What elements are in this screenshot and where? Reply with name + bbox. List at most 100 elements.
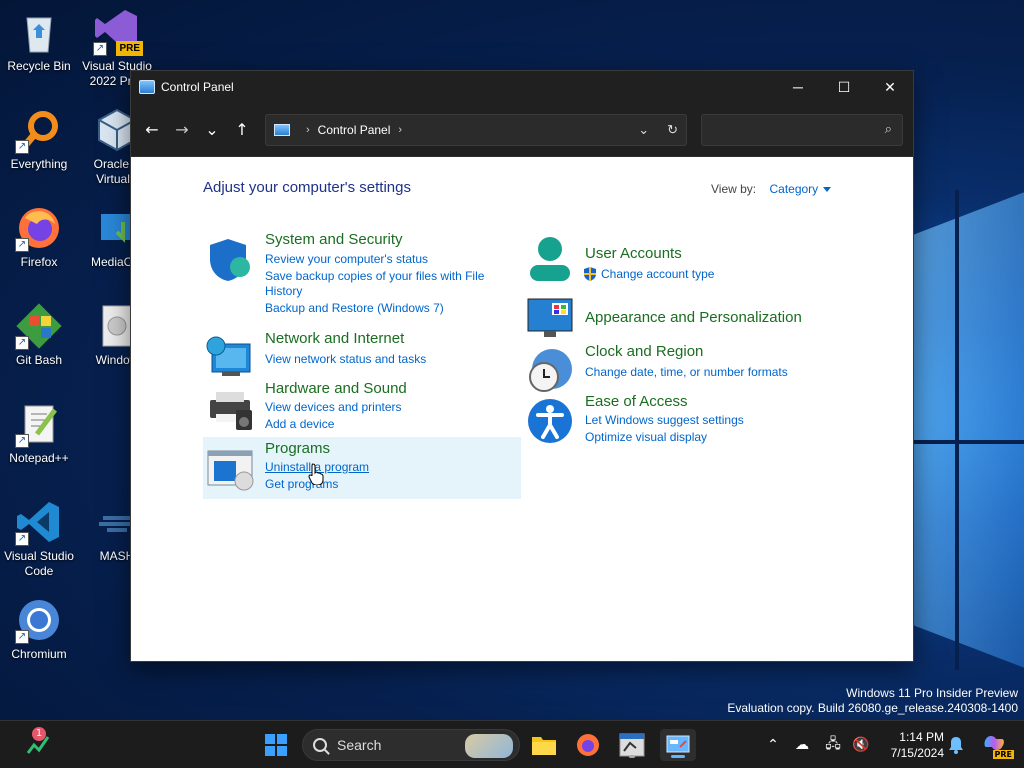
running-indicator — [629, 755, 635, 758]
address-toolbar: ← → ⌄ ↑ › Control Panel › ⌄ ↻ ⌕ — [131, 103, 913, 157]
refresh-icon[interactable]: ↻ — [667, 122, 678, 138]
desktop-icon-recycle-bin[interactable]: Recycle Bin — [0, 8, 78, 74]
category-title[interactable]: Appearance and Personalization — [585, 309, 802, 326]
desktop-icon-notepadpp[interactable]: ↗ Notepad++ — [0, 400, 78, 466]
desktop-icon-label: Visual Studio Code — [4, 549, 74, 578]
clock-time: 1:14 PM — [899, 730, 944, 744]
everything-search-icon: ↗ — [15, 106, 63, 154]
taskbar-file-explorer[interactable] — [528, 729, 560, 761]
shortcut-arrow-icon: ↗ — [15, 238, 29, 252]
view-by-dropdown[interactable]: Category — [769, 182, 818, 196]
visual-studio-preview-icon: PRE ↗ — [93, 8, 143, 56]
page-title: Adjust your computer's settings — [203, 179, 411, 196]
category-link[interactable]: View devices and printers — [265, 400, 402, 415]
taskbar-control-panel[interactable] — [660, 729, 696, 761]
category-link[interactable]: Let Windows suggest settings — [585, 413, 744, 428]
printer-speaker-icon — [206, 384, 254, 432]
category-programs[interactable]: Programs Uninstall a program Get program… — [203, 437, 521, 499]
desktop-icon-firefox[interactable]: ↗ Firefox — [0, 204, 78, 270]
notifications-button[interactable] — [944, 729, 968, 761]
notepadpp-icon: ↗ — [15, 400, 63, 448]
desktop-icon-everything[interactable]: ↗ Everything — [0, 106, 78, 172]
category-link[interactable]: Change date, time, or number formats — [585, 365, 788, 380]
preview-badge: PRE — [116, 41, 143, 56]
forward-button[interactable]: → — [167, 115, 197, 145]
watermark-line: Windows 11 Pro Insider Preview — [846, 686, 1018, 700]
category-link[interactable]: History — [265, 284, 302, 299]
category-hardware-sound: Hardware and Sound View devices and prin… — [203, 380, 503, 432]
category-network-internet: Network and Internet View network status… — [203, 330, 503, 376]
search-box[interactable]: ⌕ — [701, 113, 903, 146]
category-title[interactable]: Hardware and Sound — [265, 380, 407, 397]
category-title[interactable]: User Accounts — [585, 245, 682, 262]
category-title[interactable]: System and Security — [265, 231, 403, 248]
shortcut-arrow-icon: ↗ — [15, 140, 29, 154]
shortcut-arrow-icon: ↗ — [93, 42, 107, 56]
network-icon[interactable]: 🖧 — [818, 733, 848, 757]
category-title[interactable]: Network and Internet — [265, 330, 404, 347]
desktop-icon-vscode[interactable]: ↗ Visual Studio Code — [0, 498, 78, 579]
desktop-icon-label: Notepad++ — [9, 451, 69, 465]
category-appearance: Appearance and Personalization — [523, 297, 823, 339]
recent-locations-button[interactable]: ⌄ — [197, 115, 227, 145]
shortcut-arrow-icon: ↗ — [15, 630, 29, 644]
shortcut-arrow-icon: ↗ — [15, 532, 29, 546]
monitor-appearance-icon — [526, 297, 574, 345]
category-system-security: System and Security Review your computer… — [203, 231, 503, 317]
widgets-button[interactable]: 1 — [22, 727, 54, 761]
shortcut-arrow-icon: ↗ — [15, 336, 29, 350]
search-highlight-art — [465, 734, 513, 758]
git-bash-icon: ↗ — [15, 302, 63, 350]
category-link[interactable]: Change account type — [601, 267, 714, 282]
window-title: Control Panel — [161, 80, 234, 94]
control-panel-icon — [139, 80, 155, 94]
os-watermark: Windows 11 Pro Insider Preview Evaluatio… — [727, 686, 1018, 716]
category-link[interactable]: Review your computer's status — [265, 252, 428, 267]
category-title[interactable]: Clock and Region — [585, 343, 703, 360]
desktop-icon-git-bash[interactable]: ↗ Git Bash — [0, 302, 78, 368]
taskbar-search[interactable]: Search — [302, 729, 520, 761]
maximize-button[interactable]: ☐ — [821, 71, 867, 103]
category-link[interactable]: Add a device — [265, 417, 334, 432]
address-bar[interactable]: › Control Panel › ⌄ ↻ — [265, 113, 687, 146]
address-dropdown-icon[interactable]: ⌄ — [638, 122, 649, 138]
volume-muted-icon[interactable]: 🔇 — [848, 737, 874, 753]
category-link[interactable]: Optimize visual display — [585, 430, 707, 445]
network-globe-icon — [206, 334, 254, 382]
taskbar-firefox[interactable] — [572, 729, 604, 761]
desktop-icon-label: Everything — [10, 157, 68, 171]
category-title[interactable]: Ease of Access — [585, 393, 688, 410]
desktop-icon-label: Chromium — [11, 647, 67, 661]
breadcrumb-separator: › — [306, 123, 310, 136]
control-panel-window: Control Panel ─ ☐ ✕ ← → ⌄ ↑ › Control Pa… — [130, 70, 914, 662]
taskbar-clock[interactable]: 1:14 PM 7/15/2024 — [880, 729, 944, 761]
breadcrumb-chevron-icon[interactable]: › — [398, 124, 402, 136]
category-link[interactable]: View network status and tasks — [265, 352, 426, 367]
watermark-line: Evaluation copy. Build 26080.ge_release.… — [727, 701, 1018, 715]
minimize-button[interactable]: ─ — [775, 71, 821, 103]
back-button[interactable]: ← — [137, 115, 167, 145]
breadcrumb-control-panel[interactable]: Control Panel — [318, 123, 391, 137]
copilot-button[interactable]: PRE — [978, 729, 1014, 761]
view-by-control: View by: Category — [711, 182, 832, 196]
shield-icon — [206, 235, 254, 283]
file-explorer-icon — [532, 737, 556, 755]
recycle-bin-icon — [15, 8, 63, 56]
close-button[interactable]: ✕ — [867, 71, 913, 103]
category-link[interactable]: Get programs — [265, 477, 338, 492]
title-bar[interactable]: Control Panel ─ ☐ ✕ — [131, 71, 913, 103]
notification-badge: 1 — [32, 727, 46, 741]
desktop-icon-chromium[interactable]: ↗ Chromium — [0, 596, 78, 662]
onedrive-offline-icon[interactable]: ☁ — [786, 737, 818, 753]
up-button[interactable]: ↑ — [227, 115, 257, 145]
category-link[interactable]: Save backup copies of your files with Fi… — [265, 269, 484, 284]
wallpaper-logo-divider — [955, 190, 959, 670]
category-link[interactable]: Backup and Restore (Windows 7) — [265, 301, 444, 316]
chevron-down-icon[interactable] — [823, 187, 832, 193]
control-panel-icon — [666, 735, 690, 753]
control-panel-content: Adjust your computer's settings View by:… — [131, 157, 913, 661]
start-button[interactable] — [260, 729, 292, 761]
taskbar-cmd[interactable] — [616, 729, 648, 761]
category-title[interactable]: Programs — [265, 440, 330, 457]
show-hidden-icons-icon[interactable]: ⌃ — [760, 737, 786, 753]
